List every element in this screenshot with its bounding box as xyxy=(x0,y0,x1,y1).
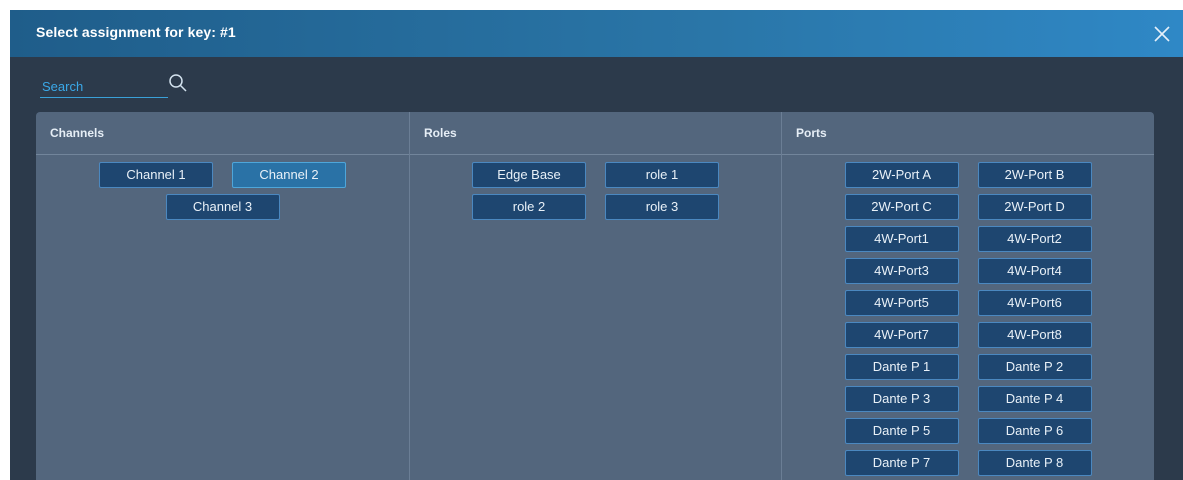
port-chip[interactable]: 4W-Port4 xyxy=(977,258,1092,284)
port-chip[interactable]: 4W-Port2 xyxy=(977,226,1092,252)
port-chip[interactable]: Dante P 7 xyxy=(844,450,959,476)
role-chip[interactable]: role 3 xyxy=(605,194,719,220)
channel-chip[interactable]: Channel 3 xyxy=(165,194,280,220)
search-icon[interactable] xyxy=(168,73,190,95)
dialog-title: Select assignment for key: #1 xyxy=(36,24,236,40)
roles-list: Edge Base role 1 role 2 role 3 xyxy=(410,155,781,220)
port-chip[interactable]: 2W-Port A xyxy=(844,162,959,188)
role-chip[interactable]: Edge Base xyxy=(472,162,586,188)
port-chip[interactable]: Dante P 2 xyxy=(977,354,1092,380)
close-button[interactable] xyxy=(1151,23,1173,45)
channels-column: Channels Channel 1 Channel 2 Channel 3 xyxy=(36,112,409,480)
role-chip[interactable]: role 2 xyxy=(472,194,586,220)
port-chip[interactable]: 2W-Port D xyxy=(977,194,1092,220)
port-chip[interactable]: 4W-Port5 xyxy=(844,290,959,316)
port-chip[interactable]: 2W-Port B xyxy=(977,162,1092,188)
dialog-title-bar: Select assignment for key: #1 xyxy=(10,10,1183,57)
port-chip[interactable]: 4W-Port1 xyxy=(844,226,959,252)
channel-chip[interactable]: Channel 2 xyxy=(232,162,346,188)
close-icon xyxy=(1154,26,1170,42)
ports-column: Ports 2W-Port A 2W-Port B 2W-Port C 2W-Port… xyxy=(781,112,1154,480)
port-chip[interactable]: Dante P 1 xyxy=(844,354,959,380)
port-chip[interactable]: Dante P 3 xyxy=(844,386,959,412)
ports-list: 2W-Port A 2W-Port B 2W-Port C 2W-Port D 4W-P… xyxy=(782,155,1154,476)
assignment-dialog: Select assignment for key: #1 Channels C… xyxy=(10,10,1183,480)
channel-chip[interactable]: Channel 1 xyxy=(99,162,213,188)
assignment-grid: Channels Channel 1 Channel 2 Channel 3 Rol… xyxy=(36,112,1154,480)
port-chip[interactable]: Dante P 4 xyxy=(977,386,1092,412)
ports-header: Ports xyxy=(782,112,1154,155)
port-chip[interactable]: Dante P 5 xyxy=(844,418,959,444)
port-chip[interactable]: 4W-Port3 xyxy=(844,258,959,284)
port-chip[interactable]: Dante P 6 xyxy=(977,418,1092,444)
channels-list: Channel 1 Channel 2 Channel 3 xyxy=(36,155,409,220)
port-chip[interactable]: 4W-Port7 xyxy=(844,322,959,348)
role-chip[interactable]: role 1 xyxy=(605,162,719,188)
roles-column: Roles Edge Base role 1 role 2 role 3 xyxy=(409,112,781,480)
search-box xyxy=(40,73,190,98)
port-chip[interactable]: 4W-Port8 xyxy=(977,322,1092,348)
port-chip[interactable]: 2W-Port C xyxy=(844,194,959,220)
port-chip[interactable]: Dante P 8 xyxy=(977,450,1092,476)
port-chip[interactable]: 4W-Port6 xyxy=(977,290,1092,316)
channels-header: Channels xyxy=(36,112,409,155)
search-input[interactable] xyxy=(40,76,168,98)
roles-header: Roles xyxy=(410,112,781,155)
